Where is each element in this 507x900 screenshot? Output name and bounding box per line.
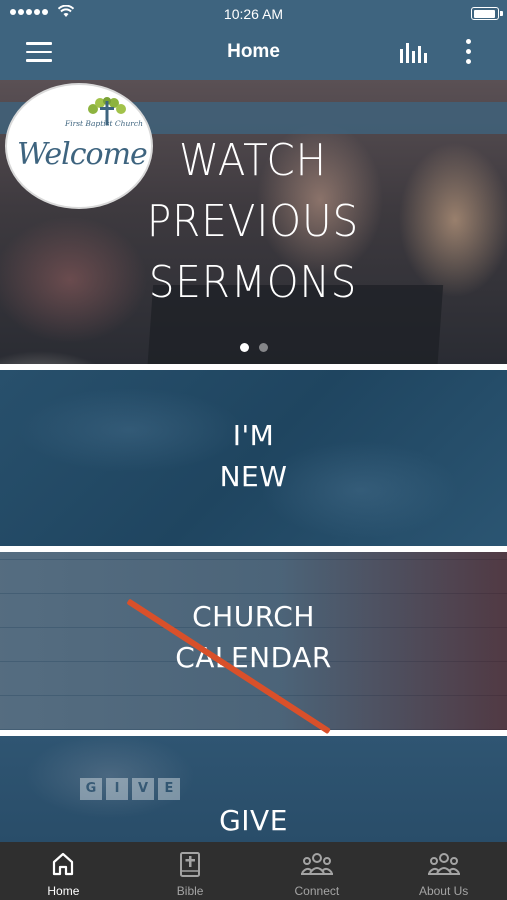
tile-label: I'M NEW bbox=[0, 415, 507, 497]
hero-title-line: PREVIOUS bbox=[146, 196, 360, 247]
battery-icon bbox=[471, 7, 503, 20]
tile-label: GIVE bbox=[0, 800, 507, 841]
battery-level bbox=[473, 9, 495, 18]
hero-banner-watch-sermons[interactable]: First Baptist Church Welcome WATCH PREVI… bbox=[0, 80, 507, 364]
tile-label-line: CALENDAR bbox=[175, 641, 332, 674]
tile-label-line: GIVE bbox=[219, 804, 288, 837]
give-letter-blocks: G I V E bbox=[80, 778, 180, 800]
status-time: 10:26 AM bbox=[223, 6, 284, 22]
hamburger-menu-icon[interactable] bbox=[26, 42, 52, 64]
tile-label-line: NEW bbox=[219, 460, 288, 493]
tab-label: About Us bbox=[418, 884, 469, 898]
tab-label: Bible bbox=[176, 884, 204, 898]
tab-about-us[interactable]: About Us bbox=[380, 842, 507, 900]
page-title: Home bbox=[227, 41, 280, 62]
people-icon bbox=[300, 853, 333, 875]
nav-bar: Home bbox=[0, 28, 507, 80]
tab-connect[interactable]: Connect bbox=[254, 842, 381, 900]
letter-block: I bbox=[106, 778, 128, 800]
people-icon bbox=[427, 853, 460, 875]
letter-block: G bbox=[80, 778, 102, 800]
carousel-dot[interactable] bbox=[239, 343, 249, 352]
tile-church-calendar[interactable]: CHURCH CALENDAR bbox=[0, 552, 507, 730]
status-bar: 10:26 AM bbox=[0, 0, 507, 28]
tab-bar: Home Bible Connect About Us bbox=[0, 842, 507, 900]
home-icon bbox=[53, 852, 74, 876]
tile-im-new[interactable]: I'M NEW bbox=[0, 370, 507, 546]
hero-title-line: WATCH bbox=[178, 135, 328, 186]
bible-icon bbox=[180, 852, 201, 877]
more-vertical-icon[interactable] bbox=[462, 39, 474, 67]
tile-label-line: CHURCH bbox=[192, 600, 315, 633]
tab-label: Connect bbox=[294, 884, 340, 898]
tab-home[interactable]: Home bbox=[0, 842, 127, 900]
logo-church-name: First Baptist Church bbox=[65, 119, 143, 128]
letter-block: E bbox=[158, 778, 180, 800]
tile-give[interactable]: G I V E GIVE bbox=[0, 736, 507, 842]
audio-bars-icon[interactable] bbox=[399, 41, 429, 65]
carousel-indicator bbox=[0, 343, 507, 352]
hero-title: WATCH PREVIOUS SERMONS bbox=[128, 130, 378, 313]
tab-bible[interactable]: Bible bbox=[127, 842, 254, 900]
tab-label: Home bbox=[47, 884, 80, 898]
tile-label-line: I'M bbox=[232, 419, 275, 452]
carousel-dot[interactable] bbox=[258, 343, 268, 352]
tile-label: CHURCH CALENDAR bbox=[0, 596, 507, 678]
letter-block: V bbox=[132, 778, 154, 800]
hero-title-line: SERMONS bbox=[148, 257, 358, 308]
